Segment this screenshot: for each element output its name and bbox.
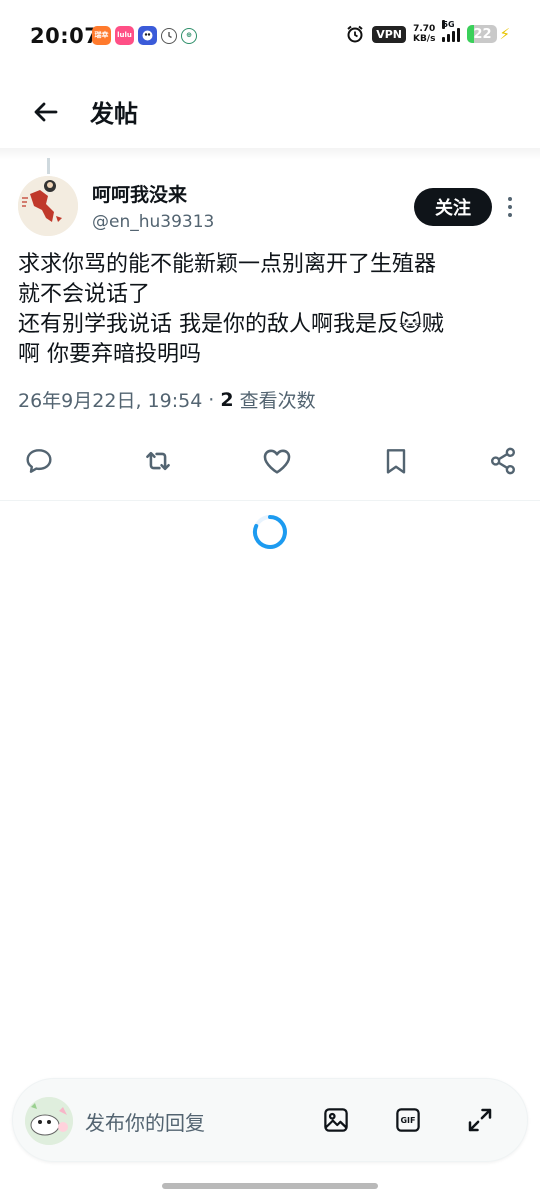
image-icon[interactable] xyxy=(319,1103,353,1137)
news-app-icon: 瑞幸 xyxy=(92,26,111,45)
gif-label: GIF xyxy=(400,1115,416,1125)
author-handle[interactable]: @en_hu39313 xyxy=(92,212,214,232)
home-indicator[interactable] xyxy=(162,1183,378,1189)
actions-divider xyxy=(0,500,540,501)
view-label: 查看次数 xyxy=(239,390,316,412)
author-name[interactable]: 呵呵我没来 xyxy=(92,180,187,207)
clock-app-icon xyxy=(161,27,177,44)
top-app-bar: 发帖 xyxy=(0,80,540,144)
page-title: 发帖 xyxy=(90,100,138,128)
tweet-text-line: 就不会说话了 xyxy=(18,282,151,307)
meta-separator: · xyxy=(208,388,215,411)
tweet-meta: 26年9月22日, 19:54 · 2 查看次数 xyxy=(18,386,316,413)
user-avatar[interactable] xyxy=(25,1097,73,1145)
gif-icon[interactable]: GIF xyxy=(391,1103,425,1137)
alarm-icon xyxy=(347,25,363,43)
view-count: 2 xyxy=(220,388,234,411)
reply-icon[interactable] xyxy=(22,444,56,478)
more-options-icon[interactable] xyxy=(500,194,520,220)
author-avatar[interactable] xyxy=(18,176,78,236)
bookmark-icon[interactable] xyxy=(379,444,413,478)
reply-input[interactable]: 发布你的回复 xyxy=(85,1107,205,1136)
thread-line xyxy=(47,158,50,174)
vpn-badge: VPN xyxy=(372,25,406,43)
loading-spinner-icon xyxy=(252,514,288,550)
tweet-timestamp[interactable]: 26年9月22日, 19:54 xyxy=(18,386,202,413)
wallet-app-icon: ⊕ xyxy=(181,27,197,44)
status-indicators: VPN 7.70 KB/s 5G 22 ⚡ xyxy=(345,20,510,44)
status-app-icons: 瑞幸 lulu ⊕ xyxy=(92,26,197,45)
tweet-text-line: 还有别学我说话 我是你的敌人啊我是反🐱贼 xyxy=(18,312,444,337)
expand-icon[interactable] xyxy=(463,1103,497,1137)
header-divider xyxy=(0,148,540,160)
tweet-actions xyxy=(0,436,540,484)
lulu-app-icon: lulu xyxy=(115,26,134,45)
battery-icon: 22 ⚡ xyxy=(467,25,510,43)
tweet-text-line: 啊 你要弃暗投明吗 xyxy=(18,342,201,367)
follow-button[interactable]: 关注 xyxy=(414,188,492,226)
tweet-text-line: 求求你骂的能不能新颖一点别离开了生殖器 xyxy=(18,252,437,277)
share-icon[interactable] xyxy=(486,444,520,478)
retweet-icon[interactable] xyxy=(141,444,175,478)
signal-icon: 5G xyxy=(442,20,461,42)
game-app-icon xyxy=(138,26,157,45)
net-speed: 7.70 KB/s xyxy=(412,24,436,44)
reply-composer: 发布你的回复 GIF xyxy=(12,1078,528,1162)
battery-level: 22 xyxy=(473,26,492,42)
like-icon[interactable] xyxy=(260,444,294,478)
charging-icon: ⚡ xyxy=(499,25,510,43)
status-bar: 20:07 瑞幸 lulu ⊕ VPN 7.70 KB/s 5G 22 ⚡ xyxy=(0,0,540,70)
arrow-left-icon[interactable] xyxy=(30,96,62,128)
status-time: 20:07 xyxy=(30,24,100,48)
tweet-text: 求求你骂的能不能新颖一点别离开了生殖器 就不会说话了 还有别学我说话 我是你的敌… xyxy=(18,250,523,370)
